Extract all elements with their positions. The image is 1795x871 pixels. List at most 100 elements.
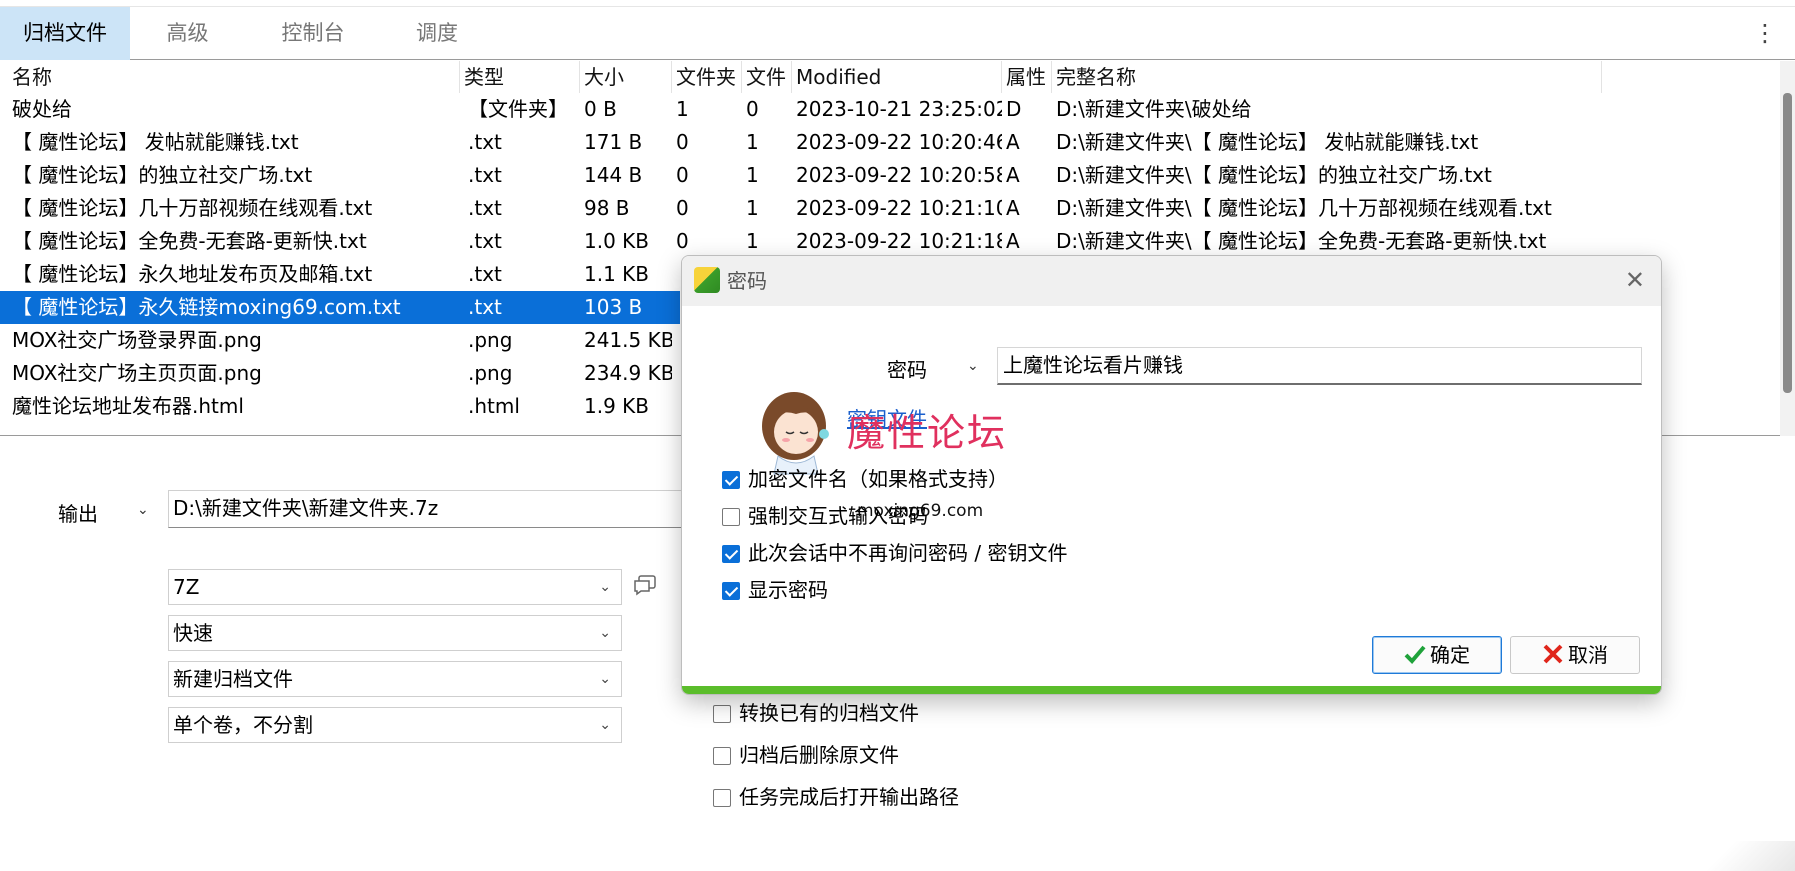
cell-type: .html: [468, 394, 520, 418]
watermark-avatar: [762, 392, 829, 475]
cell-name: 【 魔性论坛】 发帖就能赚钱.txt: [12, 130, 299, 154]
compression-level-select[interactable]: 快速 ⌄: [168, 615, 622, 651]
tab-archive[interactable]: 归档文件: [0, 7, 130, 60]
cell-name: 魔性论坛地址发布器.html: [12, 394, 244, 418]
cell-files: 1: [746, 130, 759, 154]
cell-type: .txt: [468, 196, 502, 220]
cell-modified: 2023-09-22 10:20:46: [796, 130, 1002, 154]
tab-console[interactable]: 控制台: [258, 7, 368, 60]
open-output-label: 任务完成后打开输出路径: [739, 785, 959, 809]
format-select[interactable]: 7Z ⌄: [168, 569, 622, 605]
comment-icon[interactable]: [633, 574, 657, 596]
cell-size: 171 B: [584, 130, 643, 154]
volume-split-value: 单个卷，不分割: [173, 713, 313, 737]
cell-folders: 0: [676, 229, 689, 253]
chevron-down-icon: ⌄: [599, 671, 611, 687]
dialog-title: 密码: [727, 269, 767, 293]
cell-modified: 2023-10-21 23:25:02: [796, 97, 1002, 121]
cell-size: 234.9 KB: [584, 361, 672, 385]
convert-archive-checkbox[interactable]: 转换已有的归档文件: [713, 700, 919, 726]
cell-size: 1.9 KB: [584, 394, 649, 418]
cell-attr: A: [1006, 163, 1020, 187]
force-interactive-label: 强制交互式输入密码: [748, 504, 928, 528]
cell-size: 98 B: [584, 196, 630, 220]
delete-source-label: 归档后删除原文件: [739, 743, 899, 767]
cell-attr: A: [1006, 229, 1020, 253]
output-label: 输出: [58, 502, 98, 526]
cell-type: .txt: [468, 262, 502, 286]
dialog-titlebar: 密码 ✕: [682, 256, 1661, 306]
checkmark-icon: [1404, 645, 1426, 664]
tab-advanced[interactable]: 高级: [130, 7, 245, 60]
show-password-checkbox[interactable]: 显示密码: [722, 577, 828, 603]
dont-ask-again-checkbox[interactable]: 此次会话中不再询问密码 / 密钥文件: [722, 540, 1067, 566]
output-history-chevron-icon[interactable]: ⌄: [137, 502, 149, 518]
column-header-modified[interactable]: Modified: [792, 61, 1002, 93]
checkbox-box[interactable]: [713, 705, 731, 723]
checkbox-box[interactable]: [722, 582, 740, 600]
ok-label: 确定: [1430, 643, 1470, 667]
password-input[interactable]: 上魔性论坛看片赚钱: [997, 347, 1642, 385]
volume-split-select[interactable]: 单个卷，不分割 ⌄: [168, 707, 622, 743]
chevron-down-icon: ⌄: [599, 579, 611, 595]
table-row[interactable]: 【 魔性论坛】永久链接moxing69.com.txt .txt 103 B: [0, 291, 680, 324]
tab-bar: 归档文件 高级 控制台 调度 ⋮: [0, 6, 1795, 60]
chevron-down-icon: ⌄: [599, 717, 611, 733]
cell-type: .txt: [468, 163, 502, 187]
cell-full: D:\新建文件夹\破处给: [1056, 97, 1252, 121]
ok-button[interactable]: 确定: [1372, 636, 1502, 674]
column-header-name[interactable]: 名称: [8, 61, 460, 93]
table-row[interactable]: 【 魔性论坛】全免费-无套路-更新快.txt .txt 1.0 KB 0 1 2023-0…: [0, 225, 1780, 258]
cell-name: 【 魔性论坛】永久地址发布页及邮箱.txt: [12, 262, 373, 286]
cell-modified: 2023-09-22 10:21:18: [796, 229, 1002, 253]
tab-schedule[interactable]: 调度: [382, 7, 492, 60]
table-row[interactable]: 破处给 【文件夹】 0 B 1 0 2023-10-21 23:25:02 D D:\新建文件…: [0, 93, 1780, 126]
table-row[interactable]: 【 魔性论坛】的独立社交广场.txt .txt 144 B 0 1 2023-09-22 …: [0, 159, 1780, 192]
checkbox-box[interactable]: [722, 508, 740, 526]
table-header: 名称 类型 大小 文件夹 文件 Modified 属性 完整名称: [0, 61, 1780, 93]
cell-full: D:\新建文件夹\【 魔性论坛】全免费-无套路-更新快.txt: [1056, 229, 1547, 253]
cell-type: 【文件夹】: [468, 97, 568, 121]
table-row[interactable]: 【 魔性论坛】几十万部视频在线观看.txt .txt 98 B 0 1 2023-09-2…: [0, 192, 1780, 225]
checkbox-box[interactable]: [722, 545, 740, 563]
checkbox-box[interactable]: [713, 789, 731, 807]
open-output-checkbox[interactable]: 任务完成后打开输出路径: [713, 784, 959, 810]
cell-folders: 0: [676, 130, 689, 154]
column-header-attributes[interactable]: 属性: [1002, 61, 1052, 93]
delete-source-checkbox[interactable]: 归档后删除原文件: [713, 742, 899, 768]
table-row[interactable]: 【 魔性论坛】 发帖就能赚钱.txt .txt 171 B 0 1 2023-09-22 …: [0, 126, 1780, 159]
column-header-type[interactable]: 类型: [460, 61, 580, 93]
more-menu-icon[interactable]: ⋮: [1753, 21, 1777, 45]
cell-type: .txt: [468, 229, 502, 253]
cancel-button[interactable]: 取消: [1510, 636, 1640, 674]
dialog-body: 密码 ⌄ 上魔性论坛看片赚钱 密钥文件 魔性论坛 moxing69.com 加密…: [682, 306, 1661, 686]
cell-type: .txt: [468, 295, 502, 319]
password-dialog: 密码 ✕ 密码 ⌄ 上魔性论坛看片赚钱 密钥文件 魔性论坛 moxing69.c…: [681, 255, 1662, 695]
compression-level-value: 快速: [173, 621, 213, 645]
scrollbar-thumb[interactable]: [1783, 93, 1792, 393]
output-path-input[interactable]: D:\新建文件夹\新建文件夹.7z: [168, 490, 728, 528]
checkbox-box[interactable]: [713, 747, 731, 765]
column-header-size[interactable]: 大小: [580, 61, 672, 93]
checkbox-box[interactable]: [722, 471, 740, 489]
cell-files: 1: [746, 229, 759, 253]
cell-size: 1.1 KB: [584, 262, 649, 286]
cell-size: 241.5 KB: [584, 328, 672, 352]
cell-full: D:\新建文件夹\【 魔性论坛】的独立社交广场.txt: [1056, 163, 1492, 187]
password-history-chevron-icon[interactable]: ⌄: [967, 358, 979, 374]
cell-files: 1: [746, 196, 759, 220]
cell-full: D:\新建文件夹\【 魔性论坛】几十万部视频在线观看.txt: [1056, 196, 1552, 220]
update-mode-select[interactable]: 新建归档文件 ⌄: [168, 661, 622, 697]
show-password-label: 显示密码: [748, 578, 828, 602]
column-header-folders[interactable]: 文件夹: [672, 61, 742, 93]
column-header-files[interactable]: 文件: [742, 61, 792, 93]
cell-modified: 2023-09-22 10:21:10: [796, 196, 1002, 220]
corner-shadow: [1675, 841, 1795, 871]
close-icon[interactable]: ✕: [1625, 266, 1645, 294]
cell-name: 破处给: [12, 97, 72, 121]
encrypt-filenames-checkbox[interactable]: 加密文件名（如果格式支持）: [722, 466, 1008, 492]
table-vertical-scrollbar[interactable]: [1780, 61, 1795, 436]
force-interactive-checkbox[interactable]: 强制交互式输入密码: [722, 503, 928, 529]
column-header-full-name[interactable]: 完整名称: [1052, 61, 1602, 93]
cell-size: 0 B: [584, 97, 617, 121]
